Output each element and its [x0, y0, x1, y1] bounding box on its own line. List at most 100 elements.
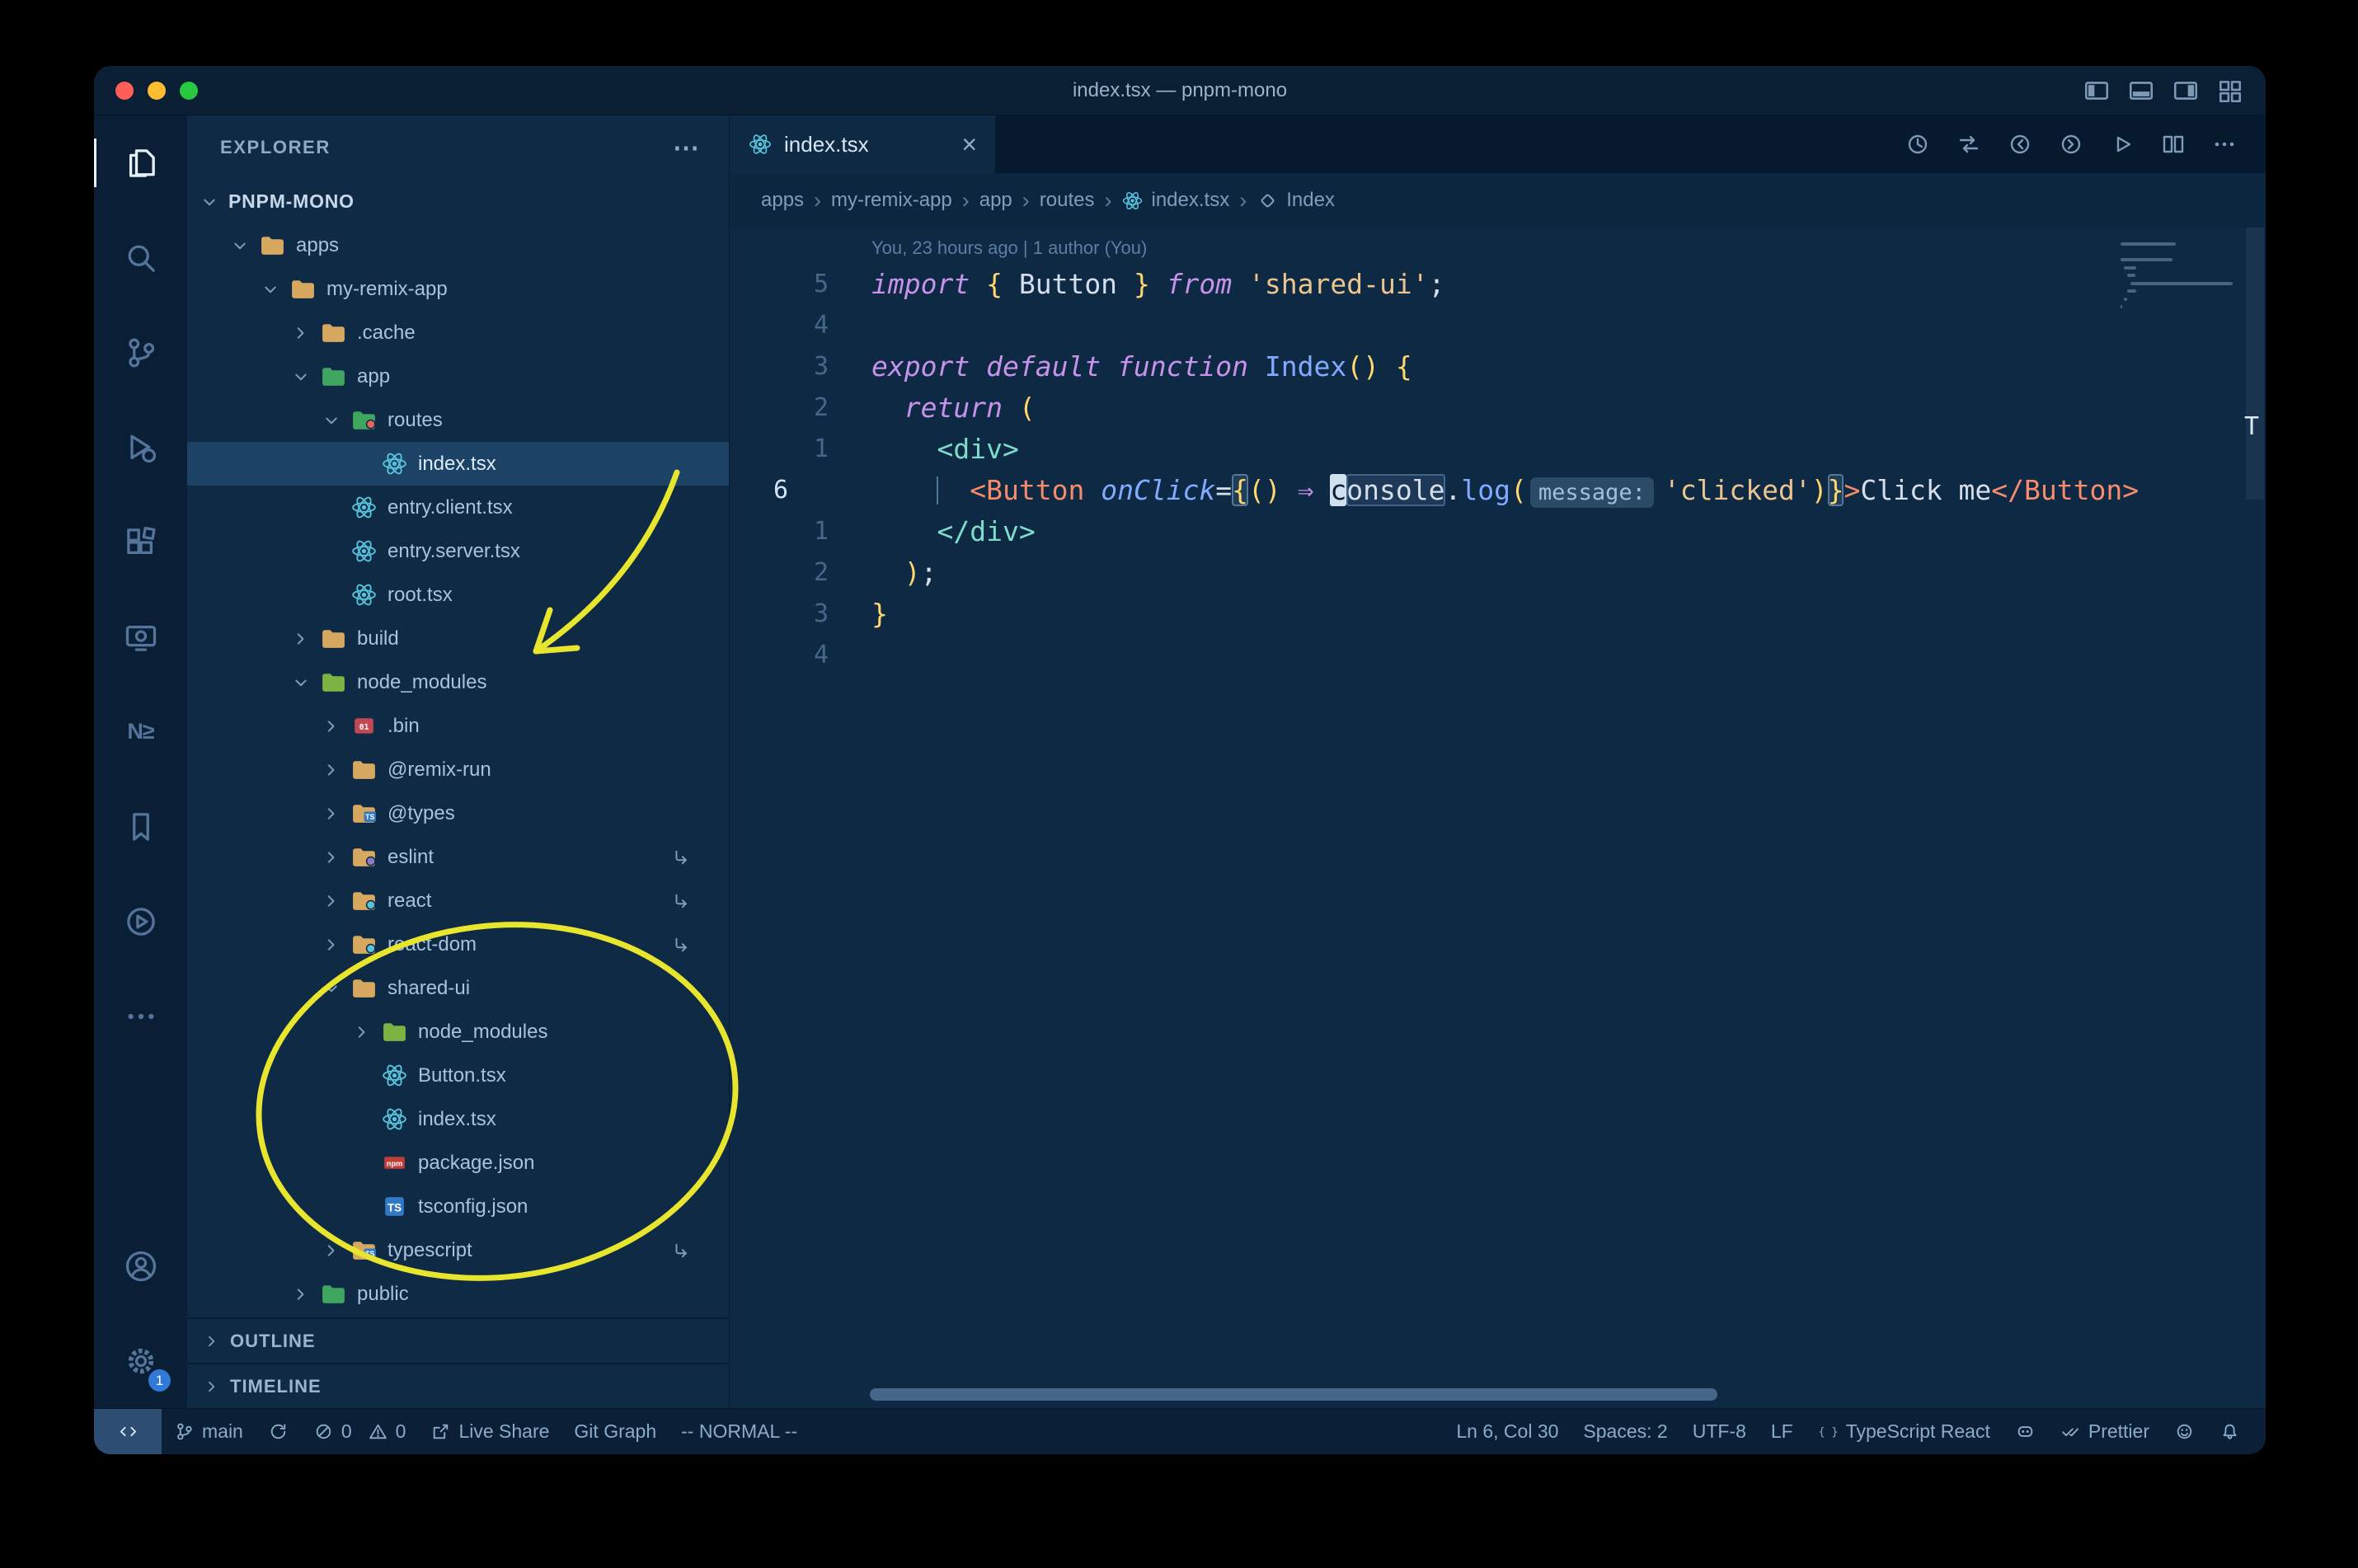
- status-git-branch[interactable]: main: [162, 1409, 256, 1454]
- code-line[interactable]: 3}: [730, 594, 2266, 635]
- tree-item-apps[interactable]: apps: [187, 223, 729, 267]
- git-blame-annotation[interactable]: You, 23 hours ago | 1 author (You): [871, 237, 2266, 259]
- vertical-scrollbar[interactable]: [2246, 228, 2264, 500]
- tree-item-entry-client-tsx[interactable]: entry.client.tsx: [187, 486, 729, 529]
- folder-react-icon: [350, 887, 378, 914]
- breadcrumb-my-remix-app[interactable]: my-remix-app: [831, 189, 952, 212]
- breadcrumb-index-tsx[interactable]: index.tsx: [1121, 189, 1229, 212]
- code-line[interactable]: 1 <div>: [730, 429, 2266, 470]
- status-live-share[interactable]: Live Share: [418, 1409, 561, 1454]
- code-line[interactable]: 4: [730, 635, 2266, 676]
- tree-item-button-tsx[interactable]: Button.tsx: [187, 1054, 729, 1097]
- status-cursor-position[interactable]: Ln 6, Col 30: [1444, 1409, 1571, 1454]
- close-window-button[interactable]: [115, 81, 134, 100]
- tree-item-types[interactable]: TS @types: [187, 791, 729, 835]
- status-feedback[interactable]: [2162, 1409, 2207, 1454]
- tree-item-remix-run[interactable]: @remix-run: [187, 748, 729, 791]
- activity-accounts[interactable]: [94, 1218, 187, 1313]
- status-prettier[interactable]: Prettier: [2048, 1409, 2162, 1454]
- tree-item-package-json[interactable]: npm package.json: [187, 1141, 729, 1185]
- tree-item-public[interactable]: public: [187, 1272, 729, 1316]
- activity-explorer[interactable]: [94, 115, 187, 210]
- code-line[interactable]: 2 return (: [730, 387, 2266, 429]
- react-icon: [350, 494, 378, 521]
- sidebar-section-timeline[interactable]: TIMELINE: [187, 1363, 729, 1408]
- tree-item-entry-server-tsx[interactable]: entry.server.tsx: [187, 529, 729, 573]
- code-line[interactable]: 5 import { Button } from 'shared-ui';: [730, 264, 2266, 305]
- status-language-mode[interactable]: { } TypeScript React: [1806, 1409, 2003, 1454]
- previous-change-icon[interactable]: [2007, 131, 2033, 157]
- activity-more-activity[interactable]: [94, 969, 187, 1063]
- horizontal-scrollbar[interactable]: [870, 1388, 1717, 1401]
- code-line[interactable]: 1 </div>: [730, 511, 2266, 552]
- toggle-panel-icon[interactable]: [2127, 77, 2155, 105]
- split-editor-icon[interactable]: [2160, 131, 2187, 157]
- tree-item-cache[interactable]: .cache: [187, 311, 729, 354]
- compare-changes-icon[interactable]: [1956, 131, 1982, 157]
- more-actions-icon[interactable]: [2211, 131, 2238, 157]
- activity-search[interactable]: [94, 210, 187, 305]
- tree-item-tsconfig-json[interactable]: TS tsconfig.json: [187, 1185, 729, 1228]
- sidebar-section-outline[interactable]: OUTLINE: [187, 1317, 729, 1363]
- code-line[interactable]: 4: [730, 305, 2266, 346]
- activity-settings[interactable]: 1: [94, 1313, 187, 1408]
- status-vim-mode[interactable]: -- NORMAL --: [669, 1409, 810, 1454]
- activity-run-debug[interactable]: [94, 400, 187, 495]
- code-line[interactable]: 2 );: [730, 552, 2266, 594]
- minimap[interactable]: [2121, 242, 2233, 321]
- status-notifications[interactable]: [2207, 1409, 2252, 1454]
- tree-item-index-tsx[interactable]: index.tsx: [187, 442, 729, 486]
- tree-item-my-remix-app[interactable]: my-remix-app: [187, 267, 729, 311]
- tree-item-typescript[interactable]: TS typescript: [187, 1228, 729, 1272]
- tree-item-node-modules[interactable]: node_modules: [187, 660, 729, 704]
- status-publish-changes[interactable]: [256, 1409, 301, 1454]
- zoom-window-button[interactable]: [180, 81, 198, 100]
- breadcrumb-separator: ›: [1022, 187, 1030, 213]
- status-problems-errors[interactable]: 0: [301, 1409, 364, 1454]
- tree-item-node-modules[interactable]: node_modules: [187, 1010, 729, 1054]
- file-history-icon[interactable]: [1905, 131, 1931, 157]
- activity-remote-explorer[interactable]: [94, 589, 187, 684]
- tree-item-react-dom[interactable]: react-dom: [187, 922, 729, 966]
- tree-item-index-tsx[interactable]: index.tsx: [187, 1097, 729, 1141]
- close-tab-icon[interactable]: ×: [961, 131, 977, 157]
- tree-item-bin[interactable]: 01 .bin: [187, 704, 729, 748]
- tree-item-react[interactable]: react: [187, 879, 729, 922]
- tree-item-routes[interactable]: routes: [187, 398, 729, 442]
- breadcrumb-apps[interactable]: apps: [761, 189, 804, 212]
- tree-item-eslint[interactable]: eslint: [187, 835, 729, 879]
- activity-play-circle[interactable]: [94, 874, 187, 969]
- minimize-window-button[interactable]: [148, 81, 166, 100]
- status-encoding[interactable]: UTF-8: [1680, 1409, 1759, 1454]
- code-editor[interactable]: You, 23 hours ago | 1 author (You) 5 impo…: [730, 228, 2266, 1408]
- status-remote-indicator[interactable]: [94, 1409, 162, 1454]
- next-change-icon[interactable]: [2058, 131, 2084, 157]
- tree-item-build[interactable]: build: [187, 617, 729, 660]
- status-indentation[interactable]: Spaces: 2: [1571, 1409, 1679, 1454]
- toggle-secondary-sidebar-icon[interactable]: [2172, 77, 2200, 105]
- bookmark-icon: [123, 809, 159, 845]
- customize-layout-icon[interactable]: [2216, 77, 2244, 105]
- tree-item-app[interactable]: app: [187, 354, 729, 398]
- tab-index-tsx[interactable]: index.tsx ×: [730, 115, 995, 173]
- breadcrumb-routes[interactable]: routes: [1040, 189, 1095, 212]
- activity-extensions[interactable]: [94, 495, 187, 589]
- toggle-primary-sidebar-icon[interactable]: [2083, 77, 2111, 105]
- status-git-graph[interactable]: Git Graph: [561, 1409, 669, 1454]
- status-eol-sequence[interactable]: LF: [1759, 1409, 1806, 1454]
- activity-source-control[interactable]: [94, 305, 187, 400]
- breadcrumb-app[interactable]: app: [979, 189, 1012, 212]
- tree-item-pnpm-mono[interactable]: PNPM-MONO: [187, 180, 729, 223]
- activity-nx-console[interactable]: N≥: [94, 684, 187, 779]
- code-line[interactable]: 3 export default function Index() {: [730, 346, 2266, 387]
- more-actions-icon[interactable]: ⋯: [673, 132, 699, 163]
- status-copilot[interactable]: [2003, 1409, 2048, 1454]
- run-file-icon[interactable]: [2109, 131, 2135, 157]
- status-problems-warnings[interactable]: 0: [364, 1409, 419, 1454]
- breadcrumb-index[interactable]: Index: [1257, 189, 1335, 212]
- code-line[interactable]: 6 <Button onClick={() ⇒ console.log(mess…: [730, 470, 2266, 511]
- tree-item-root-tsx[interactable]: root.tsx: [187, 573, 729, 617]
- tree-item-shared-ui[interactable]: shared-ui: [187, 966, 729, 1010]
- activity-bookmarks[interactable]: [94, 779, 187, 874]
- chevron-down-icon: [260, 279, 289, 300]
